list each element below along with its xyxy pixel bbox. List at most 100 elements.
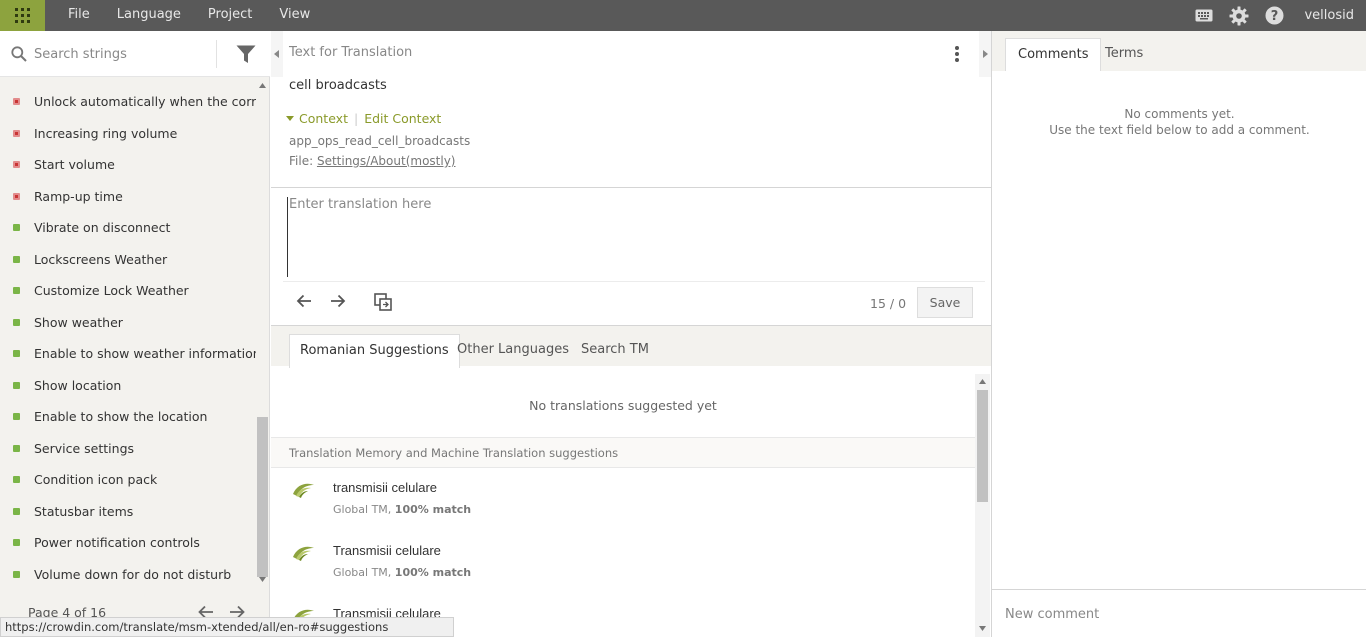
list-item[interactable]: Unlock automatically when the corr...	[0, 86, 256, 118]
tm-section-header: Translation Memory and Machine Translati…	[271, 437, 975, 468]
suggestion-match: 100% match	[394, 503, 472, 516]
strings-panel: Unlock automatically when the corr... Inc…	[0, 31, 270, 637]
translated-status-icon	[13, 255, 20, 263]
tab-terms[interactable]: Terms	[1093, 38, 1155, 71]
no-comments-message: No comments yet. Use the text field belo…	[992, 106, 1366, 138]
no-comments-line2: Use the text field below to add a commen…	[1049, 123, 1310, 137]
list-item-label: Customize Lock Weather	[34, 283, 189, 298]
file-info: File: Settings/About(mostly)	[289, 154, 455, 168]
file-label: File:	[289, 154, 314, 168]
edit-context-link[interactable]: Edit Context	[364, 111, 441, 126]
suggestion-item[interactable]: transmisii celulare Global TM, 100% match	[271, 472, 975, 535]
translated-status-icon	[13, 444, 20, 452]
filter-icon[interactable]	[236, 45, 256, 68]
tab-comments[interactable]: Comments	[1005, 38, 1102, 71]
translated-status-icon	[13, 570, 20, 578]
context-toggle[interactable]: Context	[299, 111, 348, 126]
list-item-label: Show location	[34, 377, 122, 393]
username[interactable]: vellosid	[1304, 8, 1354, 23]
right-tabs: Comments Terms	[992, 31, 1366, 71]
strings-list: Unlock automatically when the corr... Inc…	[0, 86, 256, 586]
search-input[interactable]	[34, 43, 209, 65]
context-toggle-icon[interactable]	[286, 116, 294, 121]
scroll-down-icon[interactable]	[979, 626, 986, 631]
suggestion-source: Global TM,	[333, 566, 392, 579]
suggestion-match: 100% match	[394, 566, 472, 579]
translation-input[interactable]	[287, 197, 977, 277]
tab-romanian-suggestions[interactable]: Romanian Suggestions	[289, 334, 460, 368]
translated-status-icon	[13, 318, 20, 326]
list-item-label: Statusbar items	[34, 503, 134, 519]
collapse-right-button[interactable]	[979, 31, 991, 77]
list-item-label: Start volume	[34, 157, 115, 172]
untranslated-status-icon	[13, 129, 20, 137]
help-icon[interactable]: ?	[1265, 6, 1284, 25]
list-item[interactable]: Lockscreens Weather	[0, 244, 256, 276]
translated-status-icon	[13, 539, 20, 546]
translated-status-icon	[13, 224, 20, 231]
suggestion-text: Transmisii celulare	[333, 543, 441, 558]
suggestions-panel: No translations suggested yet Translatio…	[271, 366, 975, 637]
search-icon	[11, 46, 27, 66]
list-item[interactable]: Power notification controls	[0, 527, 256, 559]
scroll-down-icon[interactable]	[259, 577, 266, 582]
list-item[interactable]: Enable to show weather information	[0, 338, 256, 370]
list-item[interactable]: Customize Lock Weather	[0, 275, 256, 307]
scrollbar-thumb[interactable]	[977, 390, 988, 502]
apps-menu-button[interactable]	[0, 0, 45, 31]
menu-file[interactable]: File	[68, 0, 90, 31]
strings-scrollbar[interactable]	[256, 77, 269, 587]
context-row: Context | Edit Context	[286, 111, 441, 126]
list-item[interactable]: Enable to show the location	[0, 401, 256, 433]
arrow-left-icon[interactable]	[296, 293, 312, 313]
top-bar: File Language Project View ? vellosid	[0, 0, 1366, 31]
translated-status-icon	[13, 476, 20, 483]
source-section-title: Text for Translation	[289, 45, 413, 60]
more-options-icon[interactable]	[955, 46, 959, 62]
tab-other-languages[interactable]: Other Languages	[447, 334, 579, 368]
list-item-label: Service settings	[34, 440, 135, 456]
untranslated-status-icon	[13, 192, 20, 200]
suggestion-source: Global TM,	[333, 503, 392, 516]
list-item[interactable]: Condition icon pack	[0, 464, 256, 496]
list-item[interactable]: Vibrate on disconnect	[0, 212, 256, 244]
list-item[interactable]: Show location	[0, 370, 256, 402]
collapse-left-button[interactable]	[271, 31, 283, 77]
caret-right-icon	[983, 50, 988, 58]
list-item[interactable]: Ramp-up time	[0, 181, 256, 213]
list-item-label: Volume down for do not disturb	[34, 566, 232, 582]
no-suggestions-text: No translations suggested yet	[529, 398, 717, 413]
gear-icon[interactable]	[1229, 6, 1249, 26]
suggestion-item[interactable]: Transmisii celulare Global TM, 100% match	[271, 535, 975, 598]
divider	[271, 187, 991, 188]
menu-view[interactable]: View	[279, 0, 310, 31]
suggestions-scrollbar[interactable]	[975, 374, 990, 637]
new-comment-input[interactable]	[1005, 604, 1355, 624]
menu-language[interactable]: Language	[117, 0, 181, 31]
list-item[interactable]: Increasing ring volume	[0, 118, 256, 150]
apps-grid-icon	[15, 8, 30, 23]
list-item[interactable]: Statusbar items	[0, 496, 256, 528]
list-item[interactable]: Start volume	[0, 149, 256, 181]
file-link[interactable]: Settings/About(mostly)	[317, 154, 456, 168]
save-button[interactable]: Save	[917, 287, 973, 318]
list-item-label: Ramp-up time	[34, 188, 123, 204]
main-menu: File Language Project View	[68, 0, 337, 31]
tab-search-tm[interactable]: Search TM	[571, 334, 659, 368]
list-item[interactable]: Service settings	[0, 433, 256, 465]
scroll-up-icon[interactable]	[979, 379, 986, 384]
list-item[interactable]: Show weather	[0, 307, 256, 339]
suggestion-meta: Global TM, 100% match	[333, 503, 471, 516]
arrow-right-icon[interactable]	[330, 293, 346, 313]
divider	[283, 281, 985, 282]
suggestion-meta: Global TM, 100% match	[333, 566, 471, 579]
search-divider	[216, 40, 217, 68]
copy-source-icon[interactable]	[374, 293, 392, 315]
menu-project[interactable]: Project	[208, 0, 252, 31]
scroll-up-icon[interactable]	[259, 83, 266, 88]
list-item[interactable]: Volume down for do not disturb	[0, 559, 256, 587]
keyboard-icon[interactable]	[1195, 9, 1213, 22]
scrollbar-thumb[interactable]	[257, 417, 268, 577]
list-item-label: Power notification controls	[34, 535, 200, 550]
translated-status-icon	[13, 287, 20, 294]
